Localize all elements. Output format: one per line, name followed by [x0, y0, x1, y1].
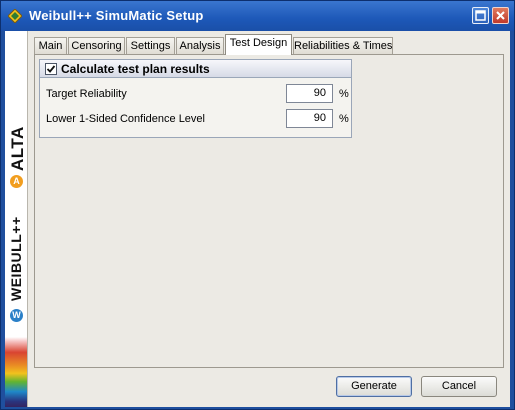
maximize-icon [475, 10, 486, 21]
close-button[interactable] [492, 7, 509, 24]
dialog-client-area: ALTA A WEIBULL++ W Main Censoring Settin… [5, 31, 510, 407]
test-plan-group-header: Calculate test plan results [40, 60, 351, 78]
title-bar[interactable]: Weibull++ SimuMatic Setup [1, 1, 514, 31]
tab-test-design[interactable]: Test Design [225, 34, 292, 55]
tab-main[interactable]: Main [34, 37, 67, 55]
tab-censoring[interactable]: Censoring [68, 37, 125, 55]
cancel-button[interactable]: Cancel [421, 376, 497, 397]
tab-reliabilities-times[interactable]: Reliabilities & Times [293, 37, 393, 55]
brand-strip: ALTA A WEIBULL++ W [5, 31, 28, 407]
alta-logo-text: ALTA [8, 126, 27, 171]
close-icon [496, 11, 505, 20]
weibull-logo-text: WEIBULL++ [8, 216, 24, 301]
dialog-window: Weibull++ SimuMatic Setup ALTA A WEIBULL… [0, 0, 515, 410]
tab-strip: Main Censoring Settings Analysis Test De… [34, 34, 504, 55]
alta-badge-icon: A [10, 175, 23, 188]
window-title: Weibull++ SimuMatic Setup [29, 8, 204, 23]
tab-settings[interactable]: Settings [126, 37, 175, 55]
checkmark-icon [46, 65, 56, 73]
tab-analysis[interactable]: Analysis [176, 37, 224, 55]
confidence-level-unit: % [339, 113, 349, 125]
weibull-badge-icon: W [10, 309, 23, 322]
confidence-level-input[interactable]: 90 [286, 109, 333, 128]
calculate-test-plan-checkbox[interactable] [45, 63, 57, 75]
confidence-level-label: Lower 1-Sided Confidence Level [46, 113, 205, 125]
test-design-panel: Calculate test plan results Target Relia… [34, 54, 504, 368]
target-reliability-unit: % [339, 88, 349, 100]
test-plan-group: Calculate test plan results Target Relia… [39, 59, 352, 138]
brand-rainbow-graphic [5, 337, 27, 407]
target-reliability-input[interactable]: 90 [286, 84, 333, 103]
app-diamond-icon [7, 8, 23, 24]
calculate-test-plan-label[interactable]: Calculate test plan results [61, 62, 210, 76]
generate-button[interactable]: Generate [336, 376, 412, 397]
maximize-button[interactable] [472, 7, 489, 24]
target-reliability-label: Target Reliability [46, 88, 127, 100]
